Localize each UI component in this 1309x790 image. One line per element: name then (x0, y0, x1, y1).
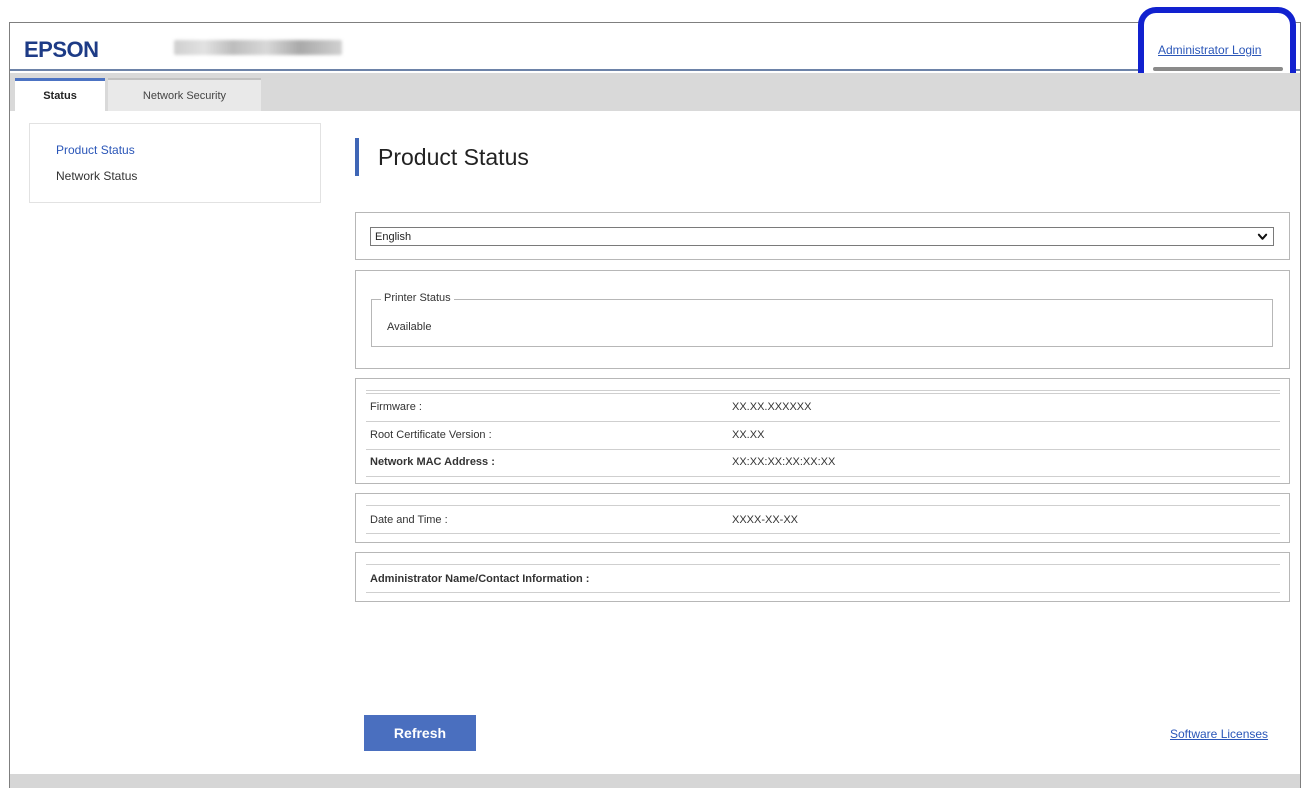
date-time-value: XXXX-XX-XX (732, 514, 799, 526)
printer-status-panel: Printer Status Available (355, 270, 1290, 369)
mac-address-label: Network MAC Address : (370, 456, 495, 468)
admin-contact-label: Administrator Name/Contact Information : (370, 573, 590, 585)
divider (366, 390, 1280, 391)
root-certificate-value: XX.XX (732, 429, 765, 441)
admin-contact-panel: Administrator Name/Contact Information : (355, 552, 1290, 602)
printer-status-fieldset: Printer Status Available (371, 292, 1273, 347)
language-select-value: English (375, 230, 412, 243)
administrator-login-link[interactable]: Administrator Login (1158, 43, 1261, 57)
admin-login-underline-bar (1153, 67, 1283, 71)
firmware-value: XX.XX.XXXXXX (732, 401, 812, 413)
footer-bar (10, 774, 1300, 788)
tab-status[interactable]: Status (15, 78, 105, 111)
divider (366, 393, 1280, 394)
divider (366, 564, 1280, 565)
printer-status-legend: Printer Status (381, 292, 454, 304)
divider (366, 421, 1280, 422)
chevron-down-icon (1257, 233, 1268, 240)
mac-address-value: XX:XX:XX:XX:XX:XX (732, 456, 836, 468)
divider (366, 476, 1280, 477)
tab-bar: Status Network Security (10, 73, 1300, 111)
blurred-model-name (174, 40, 342, 55)
tab-network-security[interactable]: Network Security (108, 78, 261, 111)
date-time-label: Date and Time : (370, 514, 448, 526)
sidebar-item-product-status[interactable]: Product Status (56, 143, 135, 157)
date-time-panel: Date and Time : XXXX-XX-XX (355, 493, 1290, 543)
divider (366, 592, 1280, 593)
sidebar: Product Status Network Status (29, 123, 321, 203)
language-select[interactable]: English (370, 227, 1274, 246)
printer-status-value: Available (387, 321, 432, 333)
divider (366, 505, 1280, 506)
root-certificate-label: Root Certificate Version : (370, 429, 492, 441)
title-accent-bar (355, 138, 359, 176)
sidebar-item-network-status[interactable]: Network Status (56, 169, 137, 183)
language-panel: English (355, 212, 1290, 260)
divider (366, 533, 1280, 534)
page-title: Product Status (378, 144, 529, 170)
device-info-panel: Firmware : XX.XX.XXXXXX Root Certificate… (355, 378, 1290, 484)
firmware-label: Firmware : (370, 401, 422, 413)
browser-page: EPSON Administrator Login Status Network… (9, 7, 1301, 788)
page-header: EPSON (10, 23, 1300, 71)
divider (366, 449, 1280, 450)
epson-logo: EPSON (24, 37, 99, 62)
refresh-button[interactable]: Refresh (364, 715, 476, 751)
software-licenses-link[interactable]: Software Licenses (1170, 727, 1268, 741)
